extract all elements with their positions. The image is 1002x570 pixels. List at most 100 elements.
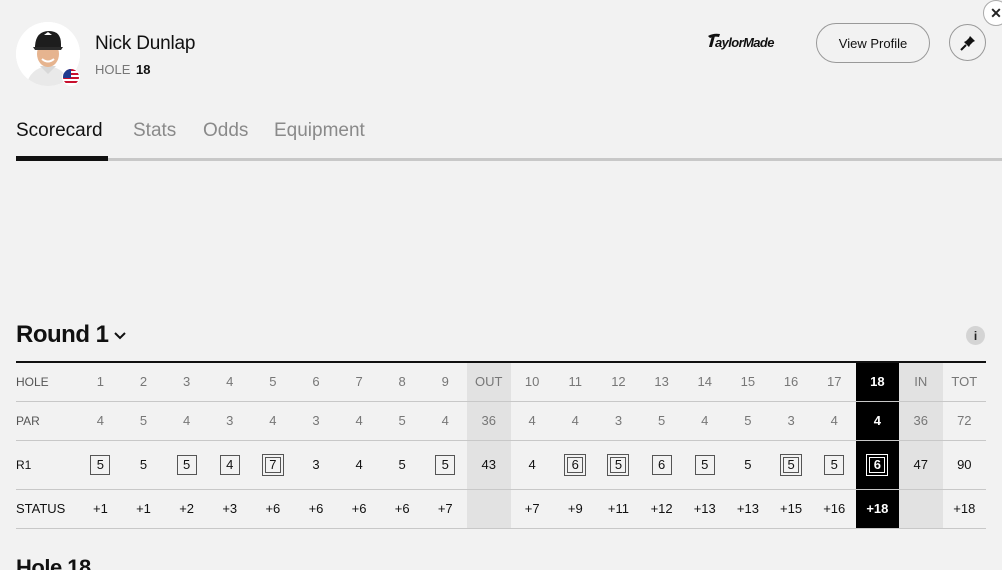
- status-cell: +15: [769, 489, 813, 529]
- round-title: Round 1: [16, 321, 109, 348]
- hole-cell: 4: [208, 362, 252, 402]
- par-cell: 3: [208, 401, 252, 441]
- status-cell: +2: [165, 489, 209, 529]
- bogey-marker: 4: [219, 454, 240, 475]
- score-cell: 5: [769, 440, 813, 490]
- score-cell: 5: [812, 440, 856, 490]
- row-label: STATUS: [16, 489, 79, 529]
- par-cell: 3: [769, 401, 813, 441]
- hole-cell: 18: [855, 362, 899, 402]
- tab-equipment[interactable]: Equipment: [274, 120, 365, 150]
- par-cell: 4: [423, 401, 467, 441]
- bogey-marker: 5: [90, 454, 111, 475]
- score-cell: 5: [78, 440, 122, 490]
- status-cell: +6: [251, 489, 295, 529]
- status-cell: +12: [640, 489, 684, 529]
- status-cell: +11: [596, 489, 641, 529]
- hole-cell: 11: [553, 362, 597, 402]
- taylormade-logo: aylorMade: [707, 32, 799, 55]
- row-label: R1: [16, 440, 79, 490]
- status-cell: +1: [78, 489, 122, 529]
- score-cell: 5: [683, 440, 727, 490]
- bogey-marker: 5: [435, 454, 456, 475]
- scorecard-row-par: PAR 4 5 4 3 4 3 4 5 4 36 4 4 3 5 4 5 3 4 4 36 72: [16, 401, 986, 441]
- score-cell: 6: [640, 440, 684, 490]
- tab-odds[interactable]: Odds: [203, 120, 248, 150]
- score-value: 6: [869, 456, 886, 473]
- score-value: 5: [783, 456, 800, 473]
- hole-cell: TOT: [942, 362, 986, 402]
- double-bogey-marker: 5: [780, 453, 803, 476]
- hole-cell: 14: [683, 362, 727, 402]
- hole-cell: 3: [165, 362, 209, 402]
- pin-button[interactable]: [949, 24, 986, 61]
- par-cell: 4: [553, 401, 597, 441]
- hole-cell: 13: [640, 362, 684, 402]
- score-value: 6: [567, 456, 584, 473]
- current-hole: HOLE 18: [95, 62, 151, 77]
- r1-cell: 4: [510, 440, 554, 490]
- hole-cell: 9: [423, 362, 467, 402]
- score-value: 5: [610, 456, 627, 473]
- status-cell: +16: [812, 489, 856, 529]
- hole-cell: 15: [726, 362, 770, 402]
- hole-cell: 6: [294, 362, 338, 402]
- status-cell: +6: [380, 489, 424, 529]
- bogey-marker: 5: [694, 454, 715, 475]
- par-cell: 4: [78, 401, 122, 441]
- status-cell: [466, 489, 511, 529]
- hole-cell: 1: [78, 362, 122, 402]
- r1-cell: 3: [294, 440, 338, 490]
- status-cell: +7: [423, 489, 467, 529]
- par-cell: 4: [812, 401, 856, 441]
- score-cell: 6: [855, 440, 899, 490]
- status-cell: +7: [510, 489, 554, 529]
- tab-stats[interactable]: Stats: [133, 120, 176, 150]
- par-cell: 5: [380, 401, 424, 441]
- active-tab-indicator: [16, 156, 108, 161]
- hole-cell: 5: [251, 362, 295, 402]
- par-cell: 3: [596, 401, 641, 441]
- hole-number: 18: [136, 62, 151, 77]
- close-icon: ✕: [990, 4, 1002, 21]
- scorecard-row-status: STATUS +1 +1 +2 +3 +6 +6 +6 +6 +7 +7 +9 +11 +12 +13 +13…: [16, 489, 986, 529]
- par-cell: 3: [294, 401, 338, 441]
- score-cell: 5: [596, 440, 641, 490]
- score-cell: 5: [165, 440, 209, 490]
- round-selector[interactable]: Round 1: [16, 321, 127, 349]
- r1-cell: 4: [337, 440, 381, 490]
- par-cell: 5: [121, 401, 166, 441]
- par-cell: 4: [337, 401, 381, 441]
- par-cell: 5: [640, 401, 684, 441]
- status-cell: [898, 489, 943, 529]
- hole-label: HOLE: [95, 62, 131, 77]
- hole-cell: OUT: [466, 362, 511, 402]
- row-label: HOLE: [16, 362, 79, 402]
- par-cell: 4: [683, 401, 727, 441]
- chevron-down-icon: [113, 321, 127, 349]
- hole-cell: 2: [121, 362, 166, 402]
- profile-tabs: Scorecard Stats Odds Equipment: [16, 118, 1002, 161]
- hole-cell: 17: [812, 362, 856, 402]
- view-profile-button[interactable]: View Profile: [816, 23, 930, 63]
- tab-scorecard[interactable]: Scorecard: [16, 120, 103, 150]
- double-bogey-marker: 6: [866, 453, 889, 476]
- status-cell: +13: [683, 489, 727, 529]
- score-cell: 6: [553, 440, 597, 490]
- status-cell: +6: [294, 489, 338, 529]
- r1-cell: 5: [380, 440, 424, 490]
- par-cell: 4: [855, 401, 899, 441]
- score-cell: 7: [251, 440, 295, 490]
- double-bogey-marker: 6: [564, 453, 587, 476]
- scorecard-row-r1: R1 5 5 5 4 7 3 4 5 5 43 4 6 5 6 5 5 5 5 6 47 90: [16, 440, 986, 490]
- bogey-marker: 5: [176, 454, 197, 475]
- tabs-divider: [16, 158, 1002, 161]
- row-label: PAR: [16, 401, 79, 441]
- par-cell: 4: [251, 401, 295, 441]
- status-cell: +13: [726, 489, 770, 529]
- usa-flag-icon: [62, 68, 80, 86]
- double-bogey-marker: 5: [607, 453, 630, 476]
- info-icon[interactable]: i: [966, 326, 985, 345]
- hole-cell: 16: [769, 362, 813, 402]
- hole-cell: 7: [337, 362, 381, 402]
